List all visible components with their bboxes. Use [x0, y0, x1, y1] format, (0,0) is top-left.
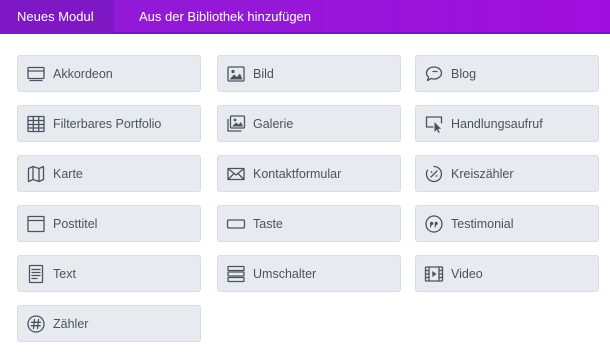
button-icon: [226, 214, 246, 234]
quote-icon: [424, 214, 444, 234]
call-to-action-icon: [424, 114, 444, 134]
module-label: Video: [451, 267, 483, 281]
module-accordion[interactable]: Akkordeon: [17, 55, 201, 92]
module-label: Bild: [253, 67, 274, 81]
module-label: Kreiszähler: [451, 167, 514, 181]
image-icon: [226, 64, 246, 84]
module-post-title[interactable]: Posttitel: [17, 205, 201, 242]
module-label: Akkordeon: [53, 67, 113, 81]
video-icon: [424, 264, 444, 284]
module-label: Posttitel: [53, 217, 98, 231]
accordion-icon: [26, 64, 46, 84]
blog-icon: [424, 64, 444, 84]
tab-add-from-library[interactable]: Aus der Bibliothek hinzufügen: [139, 0, 311, 34]
toggle-icon: [226, 264, 246, 284]
map-icon: [26, 164, 46, 184]
module-toggle[interactable]: Umschalter: [217, 255, 401, 292]
module-label: Umschalter: [253, 267, 317, 281]
module-contact-form[interactable]: Kontaktformular: [217, 155, 401, 192]
module-filterable-portfolio[interactable]: Filterbares Portfolio: [17, 105, 201, 142]
module-label: Handlungsaufruf: [451, 117, 543, 131]
tab-new-module[interactable]: Neues Modul: [0, 0, 114, 34]
module-label: Taste: [253, 217, 283, 231]
module-counter[interactable]: Zähler: [17, 305, 201, 342]
module-video[interactable]: Video: [415, 255, 599, 292]
module-map[interactable]: Karte: [17, 155, 201, 192]
module-testimonial[interactable]: Testimonial: [415, 205, 599, 242]
module-blog[interactable]: Blog: [415, 55, 599, 92]
module-label: Zähler: [53, 317, 89, 331]
post-title-icon: [26, 214, 46, 234]
module-tab-bar: Neues Modul Aus der Bibliothek hinzufüge…: [0, 0, 610, 34]
module-text[interactable]: Text: [17, 255, 201, 292]
gallery-icon: [226, 114, 246, 134]
module-label: Text: [53, 267, 76, 281]
module-label: Filterbares Portfolio: [53, 117, 162, 131]
module-label: Galerie: [253, 117, 294, 131]
module-label: Testimonial: [451, 217, 514, 231]
module-image[interactable]: Bild: [217, 55, 401, 92]
portfolio-grid-icon: [26, 114, 46, 134]
envelope-icon: [226, 164, 246, 184]
module-circle-counter[interactable]: Kreiszähler: [415, 155, 599, 192]
module-label: Blog: [451, 67, 477, 81]
module-label: Karte: [53, 167, 83, 181]
hash-counter-icon: [26, 314, 46, 334]
circle-counter-icon: [424, 164, 444, 184]
module-button[interactable]: Taste: [217, 205, 401, 242]
module-call-to-action[interactable]: Handlungsaufruf: [415, 105, 599, 142]
module-label: Kontaktformular: [253, 167, 342, 181]
text-document-icon: [26, 264, 46, 284]
module-gallery[interactable]: Galerie: [217, 105, 401, 142]
